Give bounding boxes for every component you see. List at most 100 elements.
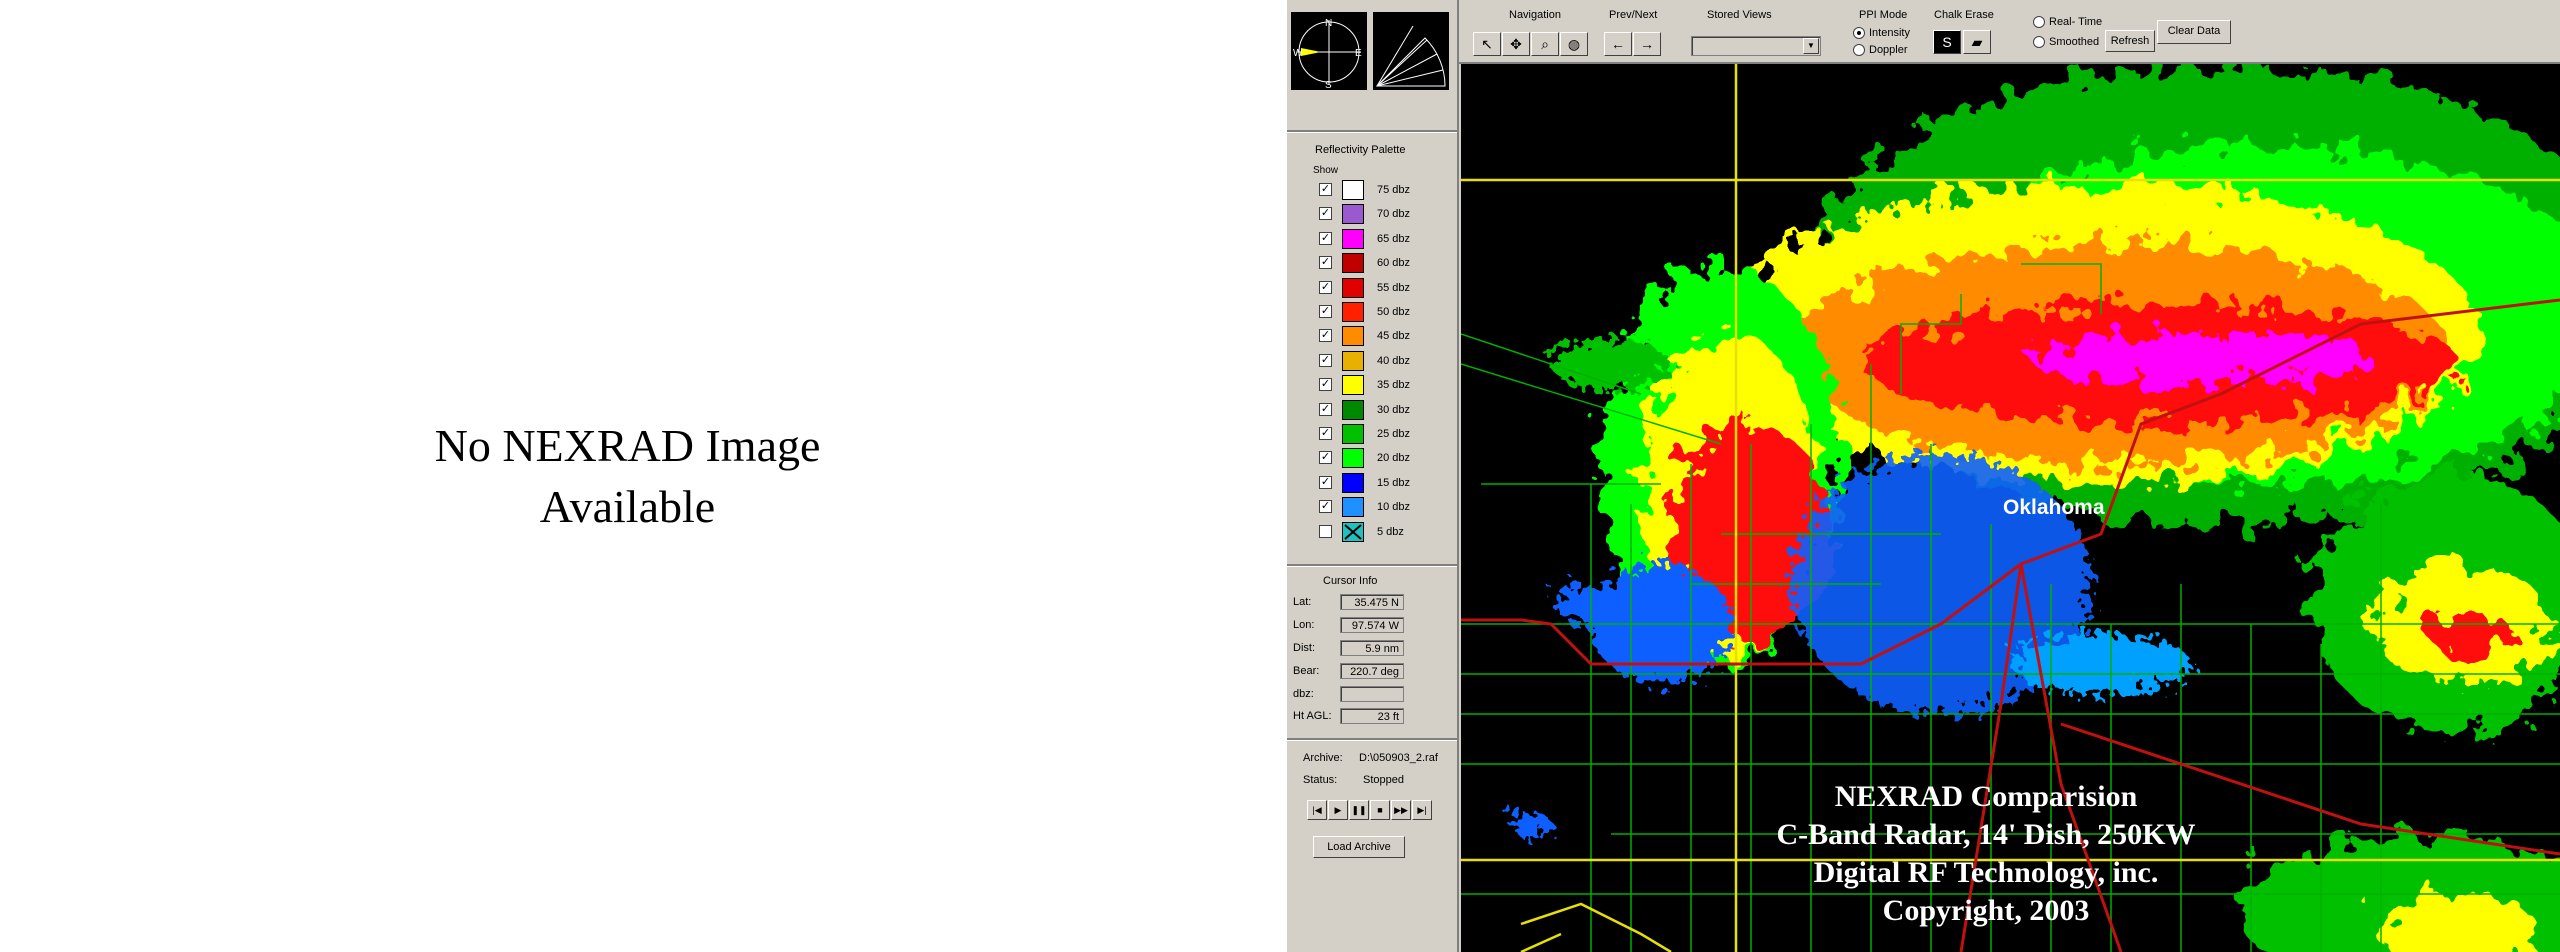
fast-forward-button[interactable]: ▶▶ bbox=[1391, 800, 1411, 820]
skip-start-button[interactable]: |◀ bbox=[1307, 800, 1327, 820]
status-value: Stopped bbox=[1363, 774, 1404, 786]
lat-field: 35.475 N bbox=[1340, 594, 1404, 610]
palette-swatch[interactable] bbox=[1342, 521, 1364, 542]
disabled-x-icon bbox=[1344, 523, 1362, 540]
palette-show-checkbox[interactable]: ✓ bbox=[1319, 402, 1332, 416]
globe-button[interactable]: ◍ bbox=[1560, 32, 1588, 56]
palette-show-checkbox[interactable]: ✓ bbox=[1319, 256, 1332, 270]
palette-swatch[interactable] bbox=[1342, 180, 1364, 200]
palette-swatch[interactable] bbox=[1342, 424, 1364, 444]
arrow-left-icon: ← bbox=[1611, 36, 1625, 52]
palette-swatch[interactable] bbox=[1342, 326, 1364, 347]
lon-label: Lon: bbox=[1293, 619, 1315, 631]
palette-swatch[interactable] bbox=[1342, 448, 1364, 469]
real-time-radio[interactable] bbox=[2033, 16, 2045, 28]
bear-field: 220.7 deg bbox=[1340, 663, 1404, 679]
palette-show-checkbox[interactable]: ✓ bbox=[1319, 378, 1332, 392]
archive-file: D:\050903_2.raf bbox=[1359, 752, 1438, 764]
palette-swatch[interactable] bbox=[1342, 497, 1364, 518]
chalk-button[interactable]: S bbox=[1933, 30, 1961, 54]
palette-label: 10 dbz bbox=[1377, 501, 1411, 514]
palette-swatch[interactable] bbox=[1342, 472, 1364, 493]
compass-s: S bbox=[1325, 80, 1332, 90]
palette-show-checkbox[interactable]: ✓ bbox=[1319, 475, 1332, 489]
elevation-sweep-icon bbox=[1375, 25, 1446, 87]
palette-show-checkbox[interactable]: ✓ bbox=[1319, 329, 1332, 343]
caption-line-3: Digital RF Technology, inc. bbox=[1813, 856, 2159, 889]
pointer-icon: ↖ bbox=[1481, 36, 1493, 52]
play-icon: ▶ bbox=[1334, 805, 1342, 815]
palette-show-checkbox[interactable]: ✓ bbox=[1319, 427, 1332, 440]
refresh-button[interactable]: Refresh bbox=[2105, 30, 2155, 52]
palette-label: 15 dbz bbox=[1377, 476, 1411, 489]
palette-swatch[interactable] bbox=[1342, 253, 1364, 274]
prev-next-label: Prev/Next bbox=[1609, 9, 1658, 21]
palette-show-checkbox[interactable]: ✓ bbox=[1319, 207, 1332, 221]
pause-icon: ❚❚ bbox=[1351, 805, 1367, 815]
elevation-display[interactable] bbox=[1373, 12, 1449, 90]
arrow-right-icon: → bbox=[1640, 36, 1654, 52]
palette-show-checkbox[interactable]: ✓ bbox=[1319, 183, 1332, 196]
prev-view-button[interactable]: ← bbox=[1604, 32, 1632, 56]
clear-data-button[interactable]: Clear Data bbox=[2157, 20, 2231, 44]
caption-line-4: Copyright, 2003 bbox=[1882, 894, 2090, 927]
palette-label: 60 dbz bbox=[1377, 257, 1411, 270]
palette-row: ✓ 50 dbz bbox=[1287, 302, 1457, 324]
dist-field: 5.9 nm bbox=[1340, 640, 1404, 656]
caption-line-2: C-Band Radar, 14' Dish, 250KW bbox=[1776, 818, 2196, 851]
palette-swatch[interactable] bbox=[1342, 204, 1364, 225]
erase-button[interactable]: ▰ bbox=[1963, 30, 1991, 54]
radar-app: N S E W Reflectivity Palette Show ✓ 75 d… bbox=[1287, 0, 2560, 952]
map-caption: NEXRAD Comparision C-Band Radar, 14' Dis… bbox=[1661, 778, 2311, 930]
palette-label: 65 dbz bbox=[1377, 232, 1411, 245]
smoothed-radio[interactable] bbox=[2033, 36, 2045, 48]
lon-field: 97.574 W bbox=[1340, 617, 1404, 633]
compass-display[interactable]: N S E W bbox=[1291, 12, 1367, 91]
lat-label: Lat: bbox=[1293, 596, 1312, 608]
skip-end-button[interactable]: ▶| bbox=[1412, 800, 1432, 820]
chalk-icon: S bbox=[1942, 34, 1952, 50]
compass-section: N S E W bbox=[1287, 0, 1457, 132]
palette-show-checkbox[interactable]: ✓ bbox=[1319, 353, 1332, 367]
palette-label: 55 dbz bbox=[1377, 281, 1411, 294]
palette-show-checkbox[interactable]: ✓ bbox=[1319, 280, 1332, 294]
pause-button[interactable]: ❚❚ bbox=[1349, 800, 1369, 820]
intensity-radio[interactable] bbox=[1853, 27, 1865, 39]
no-image-line1: No NEXRAD Image bbox=[434, 420, 821, 471]
compass-n: N bbox=[1325, 18, 1332, 29]
palette-row: ✓ 65 dbz bbox=[1287, 228, 1457, 251]
palette-swatch[interactable] bbox=[1342, 277, 1364, 298]
zoom-button[interactable]: ⌕ bbox=[1531, 32, 1559, 56]
palette-swatch[interactable] bbox=[1342, 302, 1364, 322]
palette-label: 5 dbz bbox=[1377, 525, 1404, 538]
palette-row: ✓ 55 dbz bbox=[1287, 277, 1457, 300]
real-time-label: Real- Time bbox=[2049, 16, 2103, 28]
palette-row: ✓ 30 dbz bbox=[1287, 399, 1457, 422]
play-button[interactable]: ▶ bbox=[1328, 800, 1348, 820]
palette-swatch[interactable] bbox=[1342, 375, 1364, 396]
palette-label: 50 dbz bbox=[1377, 306, 1411, 318]
radar-map[interactable]: Oklahoma NEXRAD Comparision C-Band Radar… bbox=[1461, 64, 2560, 952]
stored-views-select[interactable]: ▼ bbox=[1691, 36, 1821, 56]
palette-show-checkbox[interactable]: ✓ bbox=[1319, 231, 1332, 245]
fast-forward-icon: ▶▶ bbox=[1394, 805, 1408, 815]
no-image-message: No NEXRAD Image Available bbox=[0, 415, 1255, 537]
palette-show-checkbox[interactable]: ✓ bbox=[1319, 451, 1332, 465]
load-archive-button[interactable]: Load Archive bbox=[1313, 836, 1405, 858]
next-view-button[interactable]: → bbox=[1633, 32, 1661, 56]
palette-swatch[interactable] bbox=[1342, 399, 1364, 420]
pan-button[interactable]: ✥ bbox=[1502, 32, 1530, 56]
palette-row: ✓ 75 dbz bbox=[1287, 180, 1457, 202]
palette-swatch[interactable] bbox=[1342, 350, 1364, 371]
palette-show-checkbox[interactable] bbox=[1319, 524, 1332, 538]
palette-show-checkbox[interactable]: ✓ bbox=[1319, 305, 1332, 318]
palette-swatch[interactable] bbox=[1342, 228, 1364, 249]
stop-button[interactable]: ■ bbox=[1370, 800, 1390, 820]
pointer-button[interactable]: ↖ bbox=[1473, 32, 1501, 56]
doppler-radio[interactable] bbox=[1853, 44, 1865, 56]
palette-show-checkbox[interactable]: ✓ bbox=[1319, 500, 1332, 514]
palette-row: ✓ 60 dbz bbox=[1287, 253, 1457, 275]
compass-icon: N S E W bbox=[1293, 18, 1362, 91]
intensity-label: Intensity bbox=[1869, 27, 1910, 39]
dbz-label: dbz: bbox=[1293, 688, 1314, 700]
